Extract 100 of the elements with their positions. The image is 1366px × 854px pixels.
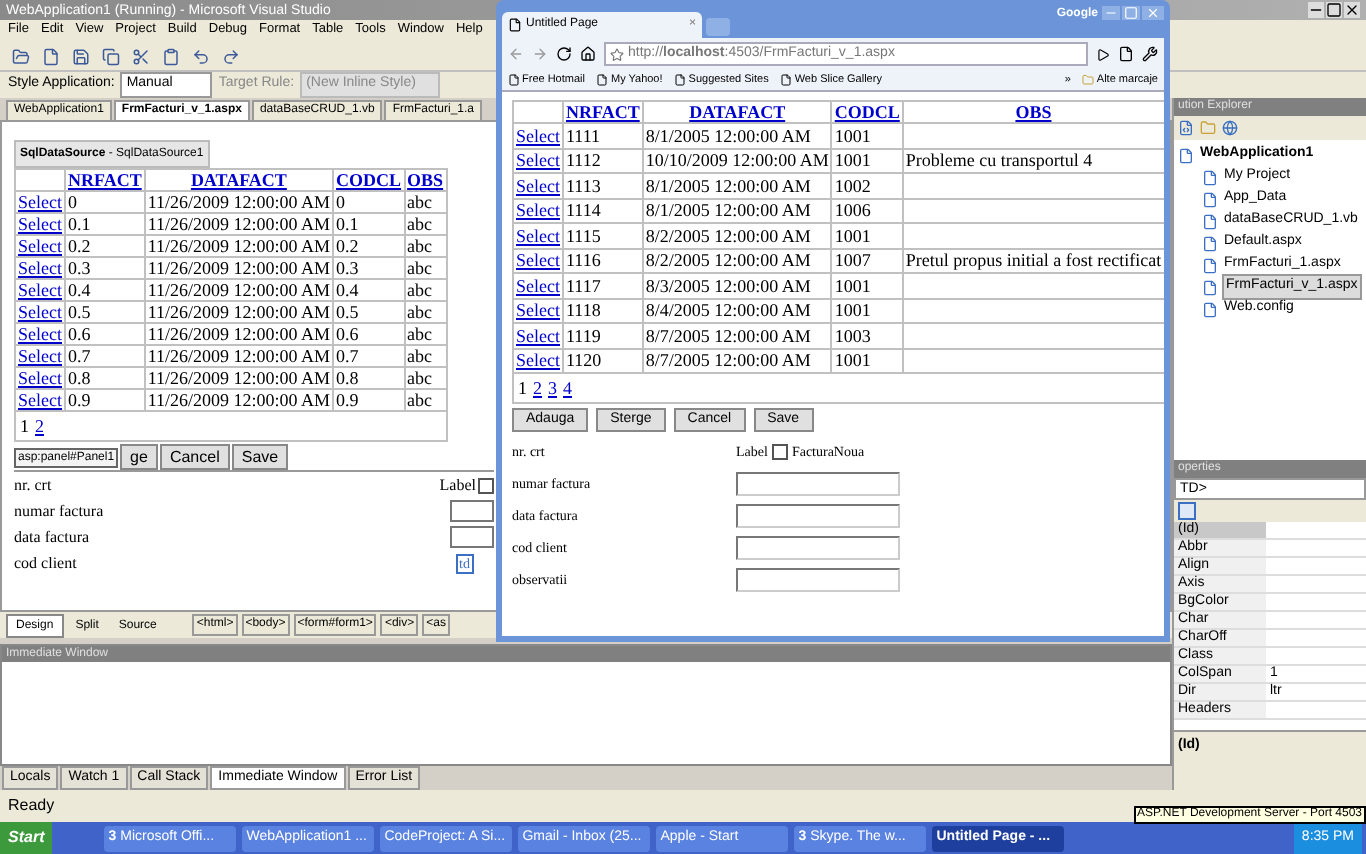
copy-icon[interactable] xyxy=(102,47,120,65)
table-cell: 1001 xyxy=(831,348,903,373)
input-field[interactable] xyxy=(736,536,900,560)
table-cell: abc xyxy=(404,213,447,235)
select-link[interactable]: Select xyxy=(516,175,560,196)
maximize-icon[interactable] xyxy=(1326,2,1342,18)
page-icon xyxy=(674,74,687,86)
select-link[interactable]: Select xyxy=(18,368,62,388)
page-link[interactable]: 1 xyxy=(518,378,527,398)
form-button[interactable]: ge xyxy=(120,444,158,470)
table-cell: 11/26/2009 12:00:00 AM xyxy=(144,191,334,213)
start-button[interactable]: Start xyxy=(0,822,53,854)
table-cell: abc xyxy=(404,191,447,213)
select-link[interactable]: Select xyxy=(18,192,62,212)
table-cell: 0.4 xyxy=(65,279,145,301)
file-icon xyxy=(1202,279,1218,295)
minimize-icon[interactable] xyxy=(1308,2,1324,18)
table-cell: 11/26/2009 12:00:00 AM xyxy=(144,367,334,389)
file-icon xyxy=(1202,169,1218,185)
table-cell: 0.5 xyxy=(65,301,145,323)
input-field[interactable] xyxy=(736,504,900,528)
folder-icon xyxy=(1082,74,1095,86)
folder-icon[interactable] xyxy=(12,47,30,65)
select-link[interactable]: Select xyxy=(18,390,62,410)
input-field[interactable] xyxy=(450,500,494,522)
table-cell: 0.9 xyxy=(65,389,145,411)
select-link[interactable]: Select xyxy=(516,200,560,221)
form-button[interactable]: Save xyxy=(231,444,289,470)
page-link[interactable]: 2 xyxy=(533,378,542,398)
table-cell: 1120 xyxy=(563,348,643,373)
file-icon xyxy=(1202,301,1218,317)
page-link[interactable]: 4 xyxy=(563,378,572,398)
file-icon[interactable] xyxy=(42,47,60,65)
page-link[interactable]: 2 xyxy=(35,416,44,436)
select-link[interactable]: Select xyxy=(18,346,62,366)
table-cell: 1113 xyxy=(563,173,643,198)
column-header-link[interactable]: NRFACT xyxy=(566,102,640,122)
table-cell: 11/26/2009 12:00:00 AM xyxy=(144,235,334,257)
column-header-link[interactable]: NRFACT xyxy=(68,170,142,190)
table-cell: 11/26/2009 12:00:00 AM xyxy=(144,257,334,279)
table-cell: 0 xyxy=(65,191,145,213)
redo-icon[interactable] xyxy=(222,47,240,65)
scissors-icon[interactable] xyxy=(132,47,150,65)
select-link[interactable]: Select xyxy=(18,236,62,256)
select-link[interactable]: Select xyxy=(516,275,560,296)
select-link[interactable]: Select xyxy=(516,350,560,371)
field-label: data factura xyxy=(14,525,90,549)
column-header-link[interactable]: CODCL xyxy=(834,102,900,122)
save-icon[interactable] xyxy=(72,47,90,65)
table-cell: abc xyxy=(404,257,447,279)
table-cell: 0.9 xyxy=(333,389,405,411)
reload-icon[interactable] xyxy=(556,46,572,62)
table-cell: 1007 xyxy=(831,248,903,273)
select-link[interactable]: Select xyxy=(516,225,560,246)
globe-icon[interactable] xyxy=(1222,120,1238,136)
table-cell: 0.3 xyxy=(333,257,405,279)
table-cell: 0.2 xyxy=(65,235,145,257)
table-cell: 0.8 xyxy=(65,367,145,389)
input-field[interactable] xyxy=(450,526,494,548)
table-cell: 8/1/2005 12:00:00 AM xyxy=(642,198,832,223)
input-field[interactable] xyxy=(736,472,900,496)
clipboard-icon[interactable] xyxy=(162,47,180,65)
select-link[interactable]: Select xyxy=(516,250,560,271)
table-cell: 1001 xyxy=(831,123,903,148)
page-menu-icon[interactable] xyxy=(1118,46,1134,62)
select-link[interactable]: Select xyxy=(516,300,560,321)
table-cell: 0.4 xyxy=(333,279,405,301)
select-link[interactable]: Select xyxy=(18,302,62,322)
settings-icon[interactable] xyxy=(1142,46,1158,62)
page-link[interactable]: 1 xyxy=(20,416,29,436)
select-link[interactable]: Select xyxy=(18,214,62,234)
close-icon[interactable] xyxy=(1344,2,1360,18)
play-icon[interactable] xyxy=(1096,47,1110,61)
column-header-link[interactable]: OBS xyxy=(407,170,444,190)
table-cell: 1001 xyxy=(831,273,903,298)
column-header-link[interactable]: CODCL xyxy=(336,170,402,190)
select-link[interactable]: Select xyxy=(516,150,560,171)
undo-icon[interactable] xyxy=(192,47,210,65)
table-cell: 1001 xyxy=(831,298,903,323)
table-cell: 0.3 xyxy=(65,257,145,279)
form-button[interactable]: Cancel xyxy=(159,444,230,470)
table-cell: 10/10/2009 12:00:00 AM xyxy=(642,148,832,173)
table-cell: abc xyxy=(404,279,447,301)
select-link[interactable]: Select xyxy=(18,280,62,300)
select-link[interactable]: Select xyxy=(18,258,62,278)
home-icon[interactable] xyxy=(580,46,596,62)
checkbox[interactable] xyxy=(478,477,494,493)
table-cell: 1001 xyxy=(831,148,903,173)
select-link[interactable]: Select xyxy=(516,325,560,346)
file-icon xyxy=(1202,191,1218,207)
column-header-link[interactable]: OBS xyxy=(1015,102,1052,122)
table-cell: 0.8 xyxy=(333,367,405,389)
page-link[interactable]: 3 xyxy=(548,378,557,398)
file-icon xyxy=(1178,147,1194,163)
input-field[interactable] xyxy=(736,568,900,592)
select-link[interactable]: Select xyxy=(18,324,62,344)
star-icon[interactable] xyxy=(610,47,624,61)
select-link[interactable]: Select xyxy=(516,125,560,146)
checkbox[interactable] xyxy=(771,444,788,460)
table-cell: 0.2 xyxy=(333,235,405,257)
